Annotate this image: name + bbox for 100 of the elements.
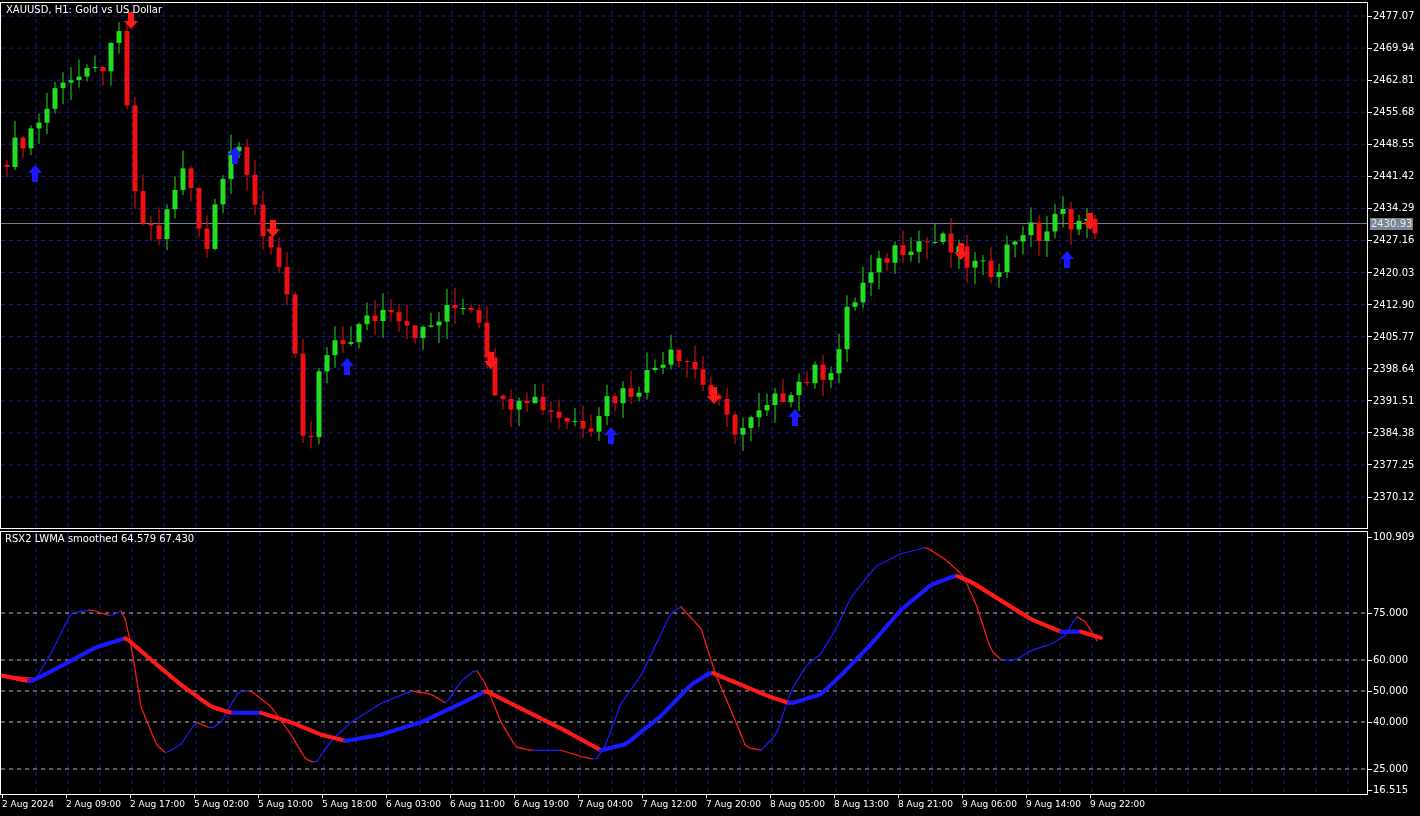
candlestick [756,392,762,428]
down-arrow-icon [484,352,498,369]
candlestick [1044,215,1050,258]
candlestick [164,203,170,251]
price-axis-label: 2441.42 [1373,170,1415,183]
candlestick [1068,201,1074,246]
time-axis-label: 7 Aug 12:00 [642,798,697,810]
candlestick [468,303,474,314]
candlestick [220,174,226,214]
candlestick [324,346,330,384]
time-axis-label: 9 Aug 06:00 [962,798,1017,810]
candlestick [668,334,674,371]
candlestick [244,138,250,191]
time-axis-label: 6 Aug 11:00 [450,798,505,810]
indicator-axis-label: 75.000 [1373,607,1408,619]
candlestick [180,150,186,196]
time-axis-label: 9 Aug 22:00 [1090,798,1145,810]
candlestick [156,206,162,247]
candlestick [908,236,914,263]
up-arrow-icon [604,427,618,444]
candlestick [172,175,178,219]
up-arrow-icon [788,409,802,426]
down-arrow-icon [954,243,968,260]
candlestick [972,251,978,285]
candlestick [108,41,114,87]
price-axis-label: 2377.25 [1373,458,1415,471]
price-axis-label: 2398.64 [1373,362,1415,375]
candlestick [700,355,706,392]
candlestick [140,174,146,227]
indicator-axis-label: 100.909 [1373,531,1415,543]
candlestick [500,393,506,411]
candlestick [396,303,402,333]
candlestick [212,198,218,251]
time-axis-label: 6 Aug 03:00 [386,798,441,810]
candlestick [964,234,970,283]
candlestick [1036,214,1042,257]
candlestick [596,406,602,442]
candlestick [436,311,442,344]
candlestick [652,358,658,373]
price-axis-label: 2420.03 [1373,266,1415,279]
time-axis-label: 5 Aug 18:00 [322,798,377,810]
candlestick [508,389,514,428]
price-axis-label: 2434.29 [1373,202,1415,215]
candlestick [876,250,882,290]
down-arrow-icon [124,12,138,29]
candlestick [732,410,738,445]
candlestick [932,223,938,245]
candlestick [420,324,426,351]
candlestick [268,235,274,256]
candlestick [372,300,378,335]
time-axis-label: 8 Aug 05:00 [770,798,825,810]
candlestick [460,298,466,316]
time-axis-label: 2 Aug 2024 [2,798,54,810]
candlestick [44,92,50,135]
candlestick [540,382,546,416]
candlestick [404,304,410,340]
candlestick [996,263,1002,289]
candlestick [236,141,242,159]
time-axis-label: 8 Aug 13:00 [834,798,889,810]
indicator-axis-label: 60.000 [1373,654,1408,666]
candlestick [196,187,202,238]
candlestick [924,236,930,260]
candlestick [716,392,722,407]
candlestick [340,325,346,354]
price-axis-label: 2412.90 [1373,298,1415,311]
indicator-axis-label: 40.000 [1373,716,1408,728]
time-axis-label: 5 Aug 10:00 [258,798,313,810]
candlestick [532,383,538,405]
candlestick [356,322,362,349]
candlestick [660,351,666,375]
candlestick [644,352,650,401]
candlestick [284,251,290,306]
candlestick [68,66,74,101]
candlestick [636,386,642,402]
candlestick [828,366,834,389]
candlestick [772,387,778,424]
candlestick [388,298,394,323]
candlestick [684,359,690,379]
indicator-axis-label: 50.000 [1373,685,1408,697]
down-arrow-icon [1083,213,1097,230]
candlestick [348,326,354,347]
price-axis-label: 2477.07 [1373,10,1415,22]
price-axis-label: 2469.94 [1373,42,1415,55]
candlestick [428,312,434,329]
candlestick [988,246,994,284]
candlestick [780,378,786,404]
candlestick [676,349,682,368]
candlestick [868,254,874,297]
candlestick [1060,195,1066,229]
candlestick [1052,203,1058,239]
candlestick [860,266,866,309]
candlestick [100,65,106,87]
candlestick [476,303,482,329]
candlestick [820,354,826,397]
candlestick [276,236,282,274]
down-arrow-icon [707,387,721,404]
current-price-tag: 2430.93 [1370,217,1414,230]
candlestick [1012,239,1018,258]
candlestick [4,159,10,178]
indicator-title: RSX2 LWMA smoothed 64.579 67.430 [5,533,195,545]
